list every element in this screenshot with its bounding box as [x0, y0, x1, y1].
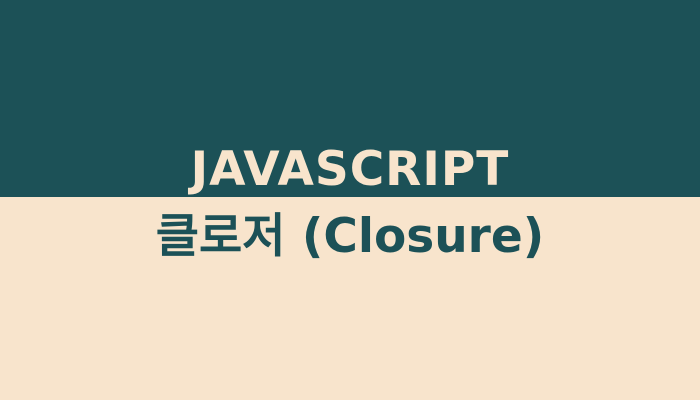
title-javascript: JAVASCRIPT — [190, 142, 510, 197]
banner: JAVASCRIPT 클로저 (Closure) — [0, 0, 700, 400]
title-closure: 클로저 (Closure) — [155, 209, 545, 264]
